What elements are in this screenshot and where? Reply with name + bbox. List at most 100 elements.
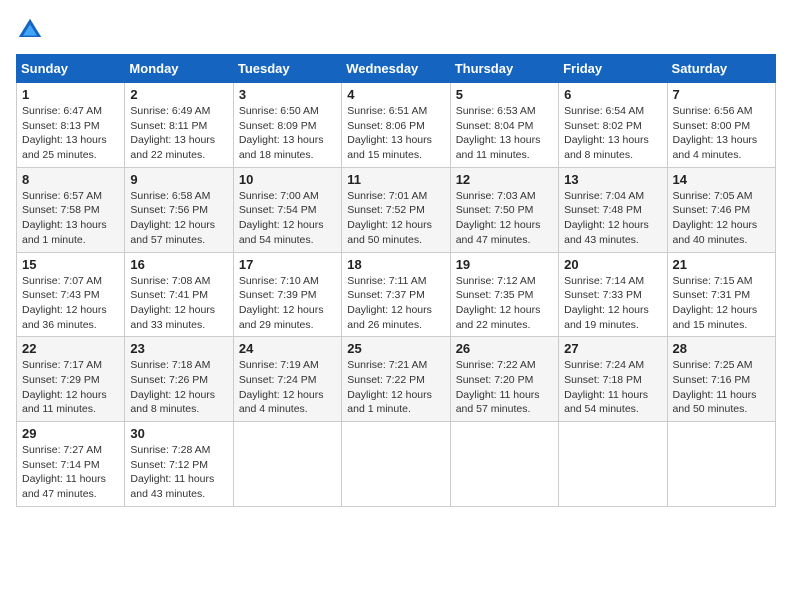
calendar-cell: 9 Sunrise: 6:58 AMSunset: 7:56 PMDaylight… <box>125 167 233 252</box>
day-number: 8 <box>22 172 119 187</box>
day-info: Sunrise: 6:57 AMSunset: 7:58 PMDaylight:… <box>22 189 119 248</box>
calendar-cell: 26 Sunrise: 7:22 AMSunset: 7:20 PMDayligh… <box>450 337 558 422</box>
day-info: Sunrise: 7:08 AMSunset: 7:41 PMDaylight:… <box>130 274 227 333</box>
weekday-header-tuesday: Tuesday <box>233 55 341 83</box>
calendar-table: SundayMondayTuesdayWednesdayThursdayFrid… <box>16 54 776 507</box>
calendar-cell: 23 Sunrise: 7:18 AMSunset: 7:26 PMDayligh… <box>125 337 233 422</box>
day-info: Sunrise: 7:04 AMSunset: 7:48 PMDaylight:… <box>564 189 661 248</box>
day-info: Sunrise: 7:19 AMSunset: 7:24 PMDaylight:… <box>239 358 336 417</box>
calendar-cell: 16Sunrise: 7:08 AMSunset: 7:41 PMDayligh… <box>125 252 233 337</box>
calendar-cell: 13Sunrise: 7:04 AMSunset: 7:48 PMDayligh… <box>559 167 667 252</box>
day-info: Sunrise: 7:11 AMSunset: 7:37 PMDaylight:… <box>347 274 444 333</box>
calendar-cell: 21 Sunrise: 7:15 AMSunset: 7:31 PMDayligh… <box>667 252 775 337</box>
day-info: Sunrise: 7:01 AMSunset: 7:52 PMDaylight:… <box>347 189 444 248</box>
day-info: Sunrise: 7:27 AMSunset: 7:14 PMDaylight:… <box>22 443 119 502</box>
calendar-cell: 7 Sunrise: 6:56 AMSunset: 8:00 PMDaylight… <box>667 83 775 168</box>
calendar-week-5: 29 Sunrise: 7:27 AMSunset: 7:14 PMDayligh… <box>17 422 776 507</box>
calendar-cell: 11 Sunrise: 7:01 AMSunset: 7:52 PMDayligh… <box>342 167 450 252</box>
day-number: 27 <box>564 341 661 356</box>
day-info: Sunrise: 7:12 AMSunset: 7:35 PMDaylight:… <box>456 274 553 333</box>
calendar-cell: 25 Sunrise: 7:21 AMSunset: 7:22 PMDayligh… <box>342 337 450 422</box>
day-number: 11 <box>347 172 444 187</box>
logo-icon <box>16 16 44 44</box>
day-info: Sunrise: 6:50 AMSunset: 8:09 PMDaylight:… <box>239 104 336 163</box>
calendar-cell: 27 Sunrise: 7:24 AMSunset: 7:18 PMDayligh… <box>559 337 667 422</box>
day-number: 6 <box>564 87 661 102</box>
day-number: 21 <box>673 257 770 272</box>
weekday-header-friday: Friday <box>559 55 667 83</box>
calendar-cell: 10 Sunrise: 7:00 AMSunset: 7:54 PMDayligh… <box>233 167 341 252</box>
calendar-cell: 8 Sunrise: 6:57 AMSunset: 7:58 PMDaylight… <box>17 167 125 252</box>
calendar-cell: 28 Sunrise: 7:25 AMSunset: 7:16 PMDayligh… <box>667 337 775 422</box>
weekday-header-thursday: Thursday <box>450 55 558 83</box>
calendar-cell: 1 Sunrise: 6:47 AMSunset: 8:13 PMDaylight… <box>17 83 125 168</box>
day-number: 3 <box>239 87 336 102</box>
calendar-cell: 24 Sunrise: 7:19 AMSunset: 7:24 PMDayligh… <box>233 337 341 422</box>
day-info: Sunrise: 6:51 AMSunset: 8:06 PMDaylight:… <box>347 104 444 163</box>
calendar-cell: 2 Sunrise: 6:49 AMSunset: 8:11 PMDaylight… <box>125 83 233 168</box>
day-number: 5 <box>456 87 553 102</box>
day-number: 2 <box>130 87 227 102</box>
calendar-cell: 15 Sunrise: 7:07 AMSunset: 7:43 PMDayligh… <box>17 252 125 337</box>
weekday-header-row: SundayMondayTuesdayWednesdayThursdayFrid… <box>17 55 776 83</box>
calendar-cell: 30Sunrise: 7:28 AMSunset: 7:12 PMDayligh… <box>125 422 233 507</box>
day-number: 15 <box>22 257 119 272</box>
day-info: Sunrise: 6:53 AMSunset: 8:04 PMDaylight:… <box>456 104 553 163</box>
calendar-cell: 29 Sunrise: 7:27 AMSunset: 7:14 PMDayligh… <box>17 422 125 507</box>
calendar-week-1: 1 Sunrise: 6:47 AMSunset: 8:13 PMDaylight… <box>17 83 776 168</box>
day-info: Sunrise: 6:58 AMSunset: 7:56 PMDaylight:… <box>130 189 227 248</box>
day-info: Sunrise: 7:25 AMSunset: 7:16 PMDaylight:… <box>673 358 770 417</box>
logo <box>16 16 48 44</box>
calendar-week-2: 8 Sunrise: 6:57 AMSunset: 7:58 PMDaylight… <box>17 167 776 252</box>
day-number: 23 <box>130 341 227 356</box>
day-number: 24 <box>239 341 336 356</box>
day-number: 28 <box>673 341 770 356</box>
day-info: Sunrise: 6:49 AMSunset: 8:11 PMDaylight:… <box>130 104 227 163</box>
calendar-cell <box>559 422 667 507</box>
day-info: Sunrise: 6:47 AMSunset: 8:13 PMDaylight:… <box>22 104 119 163</box>
calendar-cell: 18 Sunrise: 7:11 AMSunset: 7:37 PMDayligh… <box>342 252 450 337</box>
calendar-cell <box>667 422 775 507</box>
day-info: Sunrise: 7:07 AMSunset: 7:43 PMDaylight:… <box>22 274 119 333</box>
weekday-header-sunday: Sunday <box>17 55 125 83</box>
calendar-cell <box>450 422 558 507</box>
weekday-header-wednesday: Wednesday <box>342 55 450 83</box>
calendar-cell <box>342 422 450 507</box>
day-number: 12 <box>456 172 553 187</box>
calendar-cell: 12 Sunrise: 7:03 AMSunset: 7:50 PMDayligh… <box>450 167 558 252</box>
day-info: Sunrise: 7:21 AMSunset: 7:22 PMDaylight:… <box>347 358 444 417</box>
day-info: Sunrise: 7:00 AMSunset: 7:54 PMDaylight:… <box>239 189 336 248</box>
day-number: 18 <box>347 257 444 272</box>
calendar-cell: 22Sunrise: 7:17 AMSunset: 7:29 PMDayligh… <box>17 337 125 422</box>
day-info: Sunrise: 6:56 AMSunset: 8:00 PMDaylight:… <box>673 104 770 163</box>
day-number: 19 <box>456 257 553 272</box>
calendar-cell: 3 Sunrise: 6:50 AMSunset: 8:09 PMDaylight… <box>233 83 341 168</box>
calendar-week-4: 22Sunrise: 7:17 AMSunset: 7:29 PMDayligh… <box>17 337 776 422</box>
day-info: Sunrise: 7:18 AMSunset: 7:26 PMDaylight:… <box>130 358 227 417</box>
day-info: Sunrise: 7:22 AMSunset: 7:20 PMDaylight:… <box>456 358 553 417</box>
day-info: Sunrise: 7:15 AMSunset: 7:31 PMDaylight:… <box>673 274 770 333</box>
day-info: Sunrise: 7:17 AMSunset: 7:29 PMDaylight:… <box>22 358 119 417</box>
calendar-cell: 5 Sunrise: 6:53 AMSunset: 8:04 PMDaylight… <box>450 83 558 168</box>
day-info: Sunrise: 6:54 AMSunset: 8:02 PMDaylight:… <box>564 104 661 163</box>
calendar-cell: 6 Sunrise: 6:54 AMSunset: 8:02 PMDaylight… <box>559 83 667 168</box>
day-info: Sunrise: 7:05 AMSunset: 7:46 PMDaylight:… <box>673 189 770 248</box>
day-number: 25 <box>347 341 444 356</box>
day-info: Sunrise: 7:03 AMSunset: 7:50 PMDaylight:… <box>456 189 553 248</box>
day-number: 20 <box>564 257 661 272</box>
day-number: 10 <box>239 172 336 187</box>
calendar-cell: 17Sunrise: 7:10 AMSunset: 7:39 PMDayligh… <box>233 252 341 337</box>
day-number: 26 <box>456 341 553 356</box>
day-info: Sunrise: 7:28 AMSunset: 7:12 PMDaylight:… <box>130 443 227 502</box>
weekday-header-saturday: Saturday <box>667 55 775 83</box>
calendar-cell: 19 Sunrise: 7:12 AMSunset: 7:35 PMDayligh… <box>450 252 558 337</box>
weekday-header-monday: Monday <box>125 55 233 83</box>
day-info: Sunrise: 7:24 AMSunset: 7:18 PMDaylight:… <box>564 358 661 417</box>
day-number: 9 <box>130 172 227 187</box>
day-number: 1 <box>22 87 119 102</box>
day-info: Sunrise: 7:10 AMSunset: 7:39 PMDaylight:… <box>239 274 336 333</box>
day-number: 4 <box>347 87 444 102</box>
calendar-cell <box>233 422 341 507</box>
day-number: 29 <box>22 426 119 441</box>
day-number: 7 <box>673 87 770 102</box>
